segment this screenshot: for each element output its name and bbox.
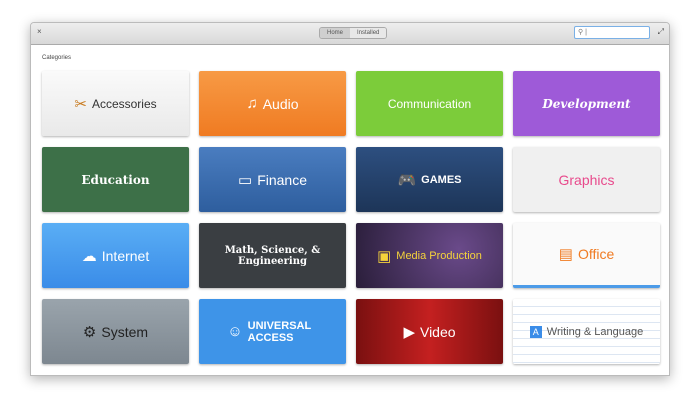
scissors-icon: ✂ [74,95,87,113]
category-development[interactable]: Development [513,71,660,136]
category-graphics[interactable]: Graphics [513,147,660,212]
category-games[interactable]: 🎮 GAMES [356,147,503,212]
category-system[interactable]: ⚙ System [42,299,189,364]
category-label: Video [419,323,456,340]
category-education[interactable]: Education [42,147,189,212]
translate-icon: A [529,325,542,338]
header-bar: × Home Installed ⚲ | ⤢ [31,23,669,45]
accessibility-icon: ☺ [227,323,243,340]
category-label: Audio [262,95,299,112]
category-finance[interactable]: ▭ Finance [199,147,346,212]
category-video[interactable]: ▶ Video [356,299,503,364]
category-label: Finance [257,171,307,188]
category-label: Accessories [91,96,157,111]
category-label: Graphics [558,171,615,188]
category-label: Writing & Language [546,325,644,338]
category-communication[interactable]: Communication [356,71,503,136]
close-button[interactable]: × [37,27,42,36]
category-label: Math, Science, & Engineering [224,244,321,267]
category-label: Development [542,96,631,111]
maximize-button[interactable]: ⤢ [658,27,664,37]
category-universal-access[interactable]: ☺ UNIVERSAL ACCESS [199,299,346,364]
category-media-production[interactable]: ▣ Media Production [356,223,503,288]
category-label: Media Production [396,249,482,262]
category-label: Office [577,246,615,262]
view-switcher: Home Installed [319,27,388,39]
category-writing-language[interactable]: A Writing & Language [513,299,660,364]
search-input[interactable]: ⚲ | [574,26,650,39]
category-office[interactable]: ▤ Office [513,223,660,288]
category-internet[interactable]: ☁ Internet [42,223,189,288]
media-icon: ▣ [377,247,392,265]
category-label: System [101,323,149,340]
credit-card-icon: ▭ [238,171,253,189]
category-math-science[interactable]: Math, Science, & Engineering [199,223,346,288]
cloud-icon: ☁ [81,247,97,265]
music-icon: ♫ [246,95,258,112]
category-label: GAMES [421,173,462,186]
play-icon: ▶ [403,323,415,341]
gear-icon: ⚙ [82,323,97,341]
section-label: Categories [42,55,72,61]
tab-home[interactable]: Home [320,28,351,38]
category-label: Communication [387,96,472,111]
category-label: UNIVERSAL ACCESS [247,319,312,344]
gamepad-icon: 🎮 [397,171,417,189]
category-accessories[interactable]: ✂ Accessories [42,71,189,136]
app-window: × Home Installed ⚲ | ⤢ Categories ✂ Acces… [30,22,670,376]
tab-installed[interactable]: Installed [350,28,387,38]
category-grid: ✂ Accessories ♫ Audio Communication Develo… [42,71,660,364]
category-label: Internet [101,247,150,264]
category-label: Education [81,172,150,187]
category-audio[interactable]: ♫ Audio [199,71,346,136]
document-icon: ▤ [558,246,573,263]
search-icon: ⚲ [578,29,584,36]
